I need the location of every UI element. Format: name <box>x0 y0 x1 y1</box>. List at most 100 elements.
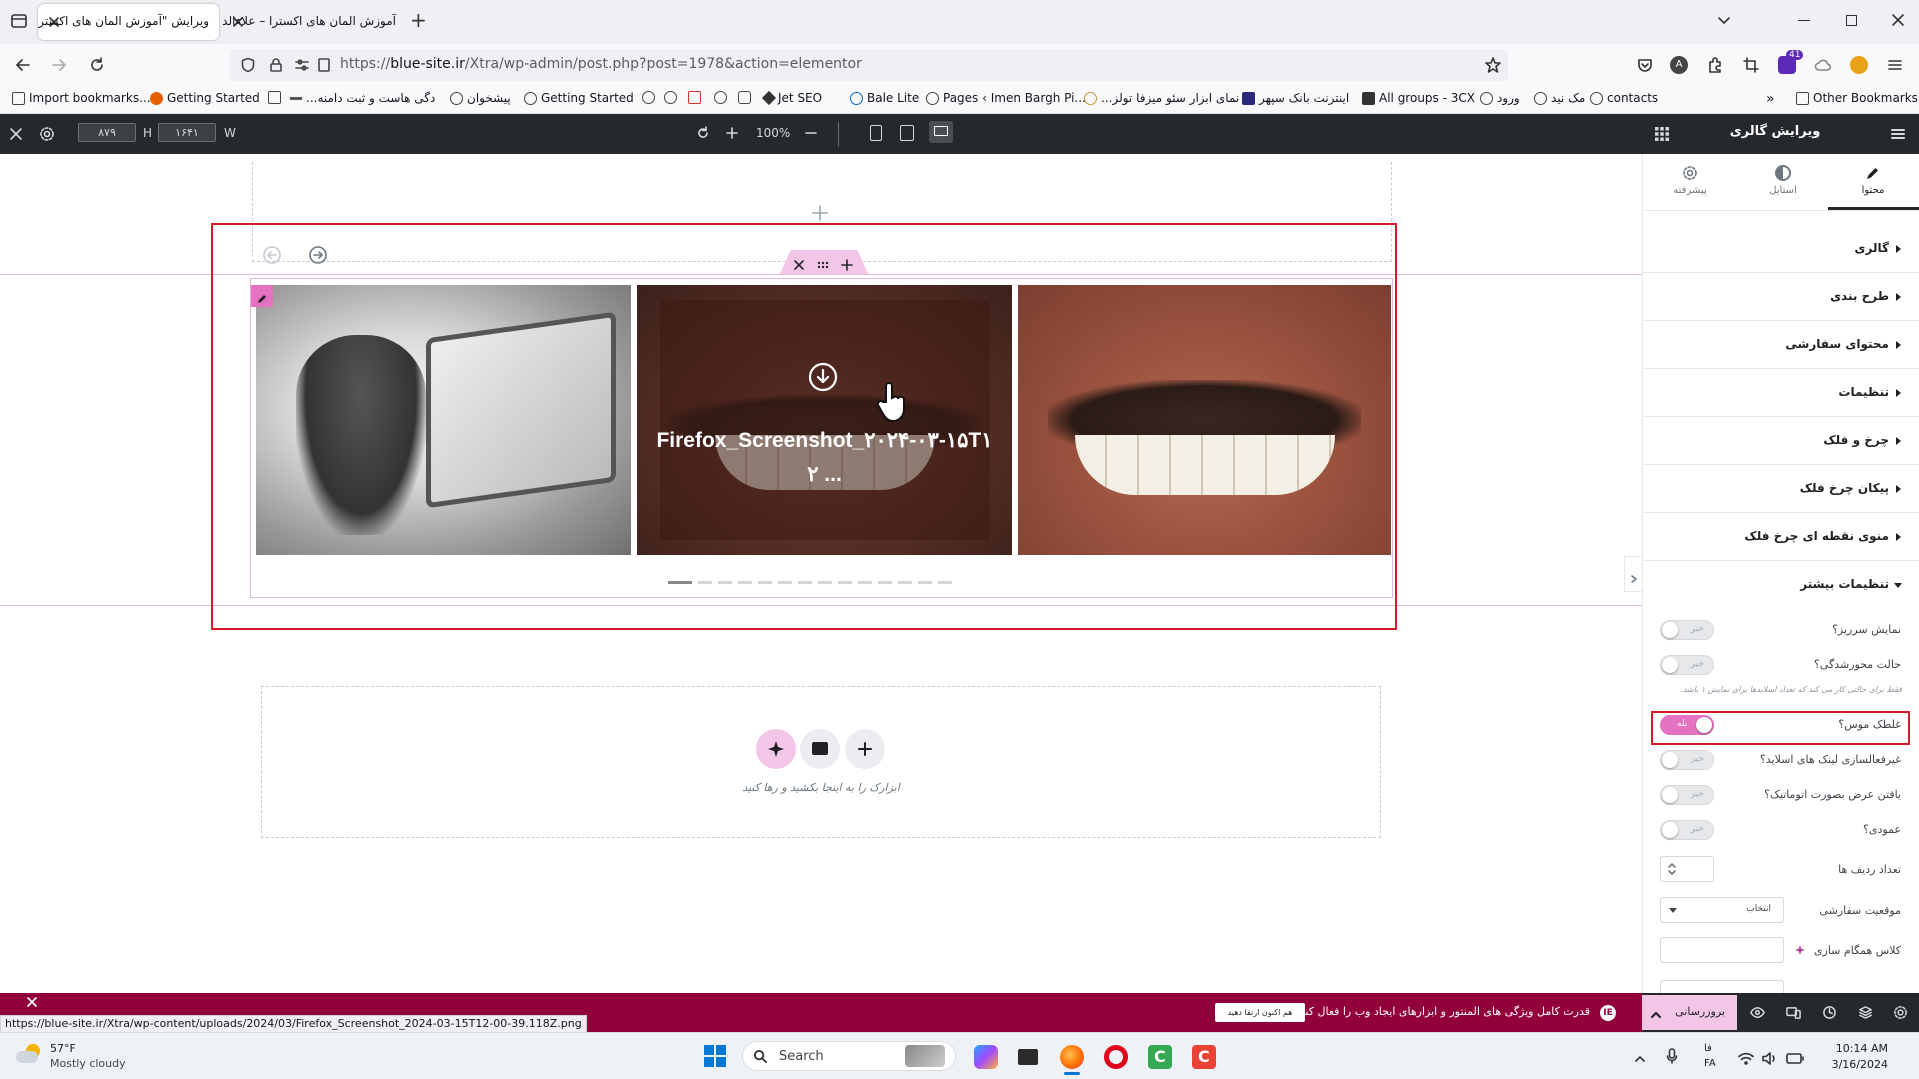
extensions-icon[interactable] <box>1706 56 1724 74</box>
tab-elementor-editor[interactable]: ویرایش "آموزش المان های اکسترا – ع <box>38 4 219 40</box>
new-tab-button[interactable]: + <box>410 8 427 32</box>
minimize-icon[interactable] <box>1798 20 1810 21</box>
section-custom-content[interactable]: محتوای سفارشی <box>1642 321 1919 369</box>
height-input[interactable]: ۸۷۹ <box>78 123 136 142</box>
bookmark-item[interactable] <box>268 91 281 104</box>
bookmark-item[interactable]: Bale Lite <box>850 91 919 105</box>
bookmark-item[interactable] <box>688 91 701 104</box>
gear-icon[interactable] <box>39 126 55 142</box>
clock-time[interactable]: 10:14 AM <box>1824 1042 1888 1055</box>
bookmark-item[interactable]: Getting Started <box>150 91 260 105</box>
bookmark-item[interactable] <box>714 91 727 104</box>
collapse-panel-button[interactable] <box>1624 556 1642 592</box>
next-field-input[interactable] <box>1660 980 1784 993</box>
volume-icon[interactable] <box>1762 1050 1778 1065</box>
zoom-in-icon[interactable] <box>725 125 739 139</box>
position-select[interactable]: انتخاب <box>1660 897 1784 923</box>
shield-icon[interactable] <box>240 57 256 73</box>
forward-arrow-icon[interactable] <box>50 56 68 74</box>
tab-advanced[interactable]: پیشرفته <box>1655 165 1725 196</box>
ai-button[interactable] <box>756 729 796 769</box>
bookmark-item[interactable]: پیشخوان <box>450 91 511 105</box>
add-section-icon[interactable] <box>812 205 828 221</box>
sync-class-input[interactable] <box>1660 937 1784 963</box>
layers-icon[interactable] <box>1858 1005 1873 1020</box>
chevron-up-icon[interactable] <box>1634 1050 1646 1062</box>
bookmark-item[interactable]: Import bookmarks... <box>12 91 151 105</box>
bookmark-item[interactable]: Getting Started <box>524 91 634 105</box>
toggle-switch[interactable]: خیر <box>1660 785 1714 805</box>
close-window-icon[interactable] <box>1890 12 1906 28</box>
other-bookmarks[interactable]: Other Bookmarks <box>1796 91 1918 105</box>
bookmark-item[interactable]: Jet SEO <box>761 90 822 106</box>
menu-icon[interactable] <box>1886 56 1904 74</box>
apps-grid-icon[interactable] <box>1654 126 1670 142</box>
camtasia-icon[interactable]: C <box>1148 1045 1172 1069</box>
file-explorer-icon[interactable] <box>1018 1049 1038 1065</box>
camtasia-recorder-icon[interactable]: C <box>1192 1045 1216 1069</box>
template-library-button[interactable] <box>800 729 840 769</box>
close-icon[interactable] <box>8 126 24 142</box>
history-icon[interactable] <box>1822 1005 1837 1020</box>
settings-gear-icon[interactable] <box>1893 1005 1908 1020</box>
language-indicator-bottom[interactable]: FA <box>1704 1058 1716 1069</box>
add-section-button[interactable] <box>845 729 885 769</box>
cloud-icon[interactable] <box>1814 56 1832 74</box>
extension-icon[interactable] <box>1850 56 1868 74</box>
bookmark-item[interactable]: اینترنت بانک سپهر <box>1242 91 1349 105</box>
pocket-icon[interactable] <box>1636 56 1654 74</box>
tab-style[interactable]: استایل <box>1748 165 1818 196</box>
bookmark-item[interactable]: ...دگی هاست و ثبت دامنه <box>290 91 435 105</box>
crop-icon[interactable] <box>1742 56 1760 74</box>
toggle-switch[interactable]: خیر <box>1660 750 1714 770</box>
sync-ai-icon[interactable] <box>1795 945 1805 955</box>
tab-list-icon[interactable] <box>10 12 28 30</box>
copilot-icon[interactable] <box>974 1045 998 1069</box>
zoom-out-icon[interactable] <box>804 125 818 139</box>
reset-zoom-icon[interactable] <box>696 125 710 139</box>
bookmark-item[interactable] <box>664 91 677 104</box>
section-layout[interactable]: طرح بندی <box>1642 273 1919 321</box>
chevron-down-icon[interactable] <box>1716 12 1732 28</box>
hamburger-icon[interactable] <box>1890 126 1906 142</box>
reload-icon[interactable] <box>88 56 106 74</box>
windows-start-icon[interactable] <box>704 1045 726 1067</box>
tab-content[interactable]: محتوا <box>1838 165 1908 196</box>
stepper-icon[interactable] <box>1667 862 1677 876</box>
taskbar-search[interactable]: Search <box>742 1041 956 1071</box>
bookmark-item[interactable] <box>738 91 751 104</box>
clock-date[interactable]: 3/16/2024 <box>1824 1058 1888 1071</box>
tablet-view-icon[interactable] <box>900 125 914 141</box>
toggle-switch[interactable]: خیر <box>1660 655 1714 675</box>
tab-site-page[interactable]: آموزش المان های اکسترا – علاءالدین <box>222 4 406 40</box>
width-input[interactable]: ۱۶۴۱ <box>158 123 216 142</box>
bookmark-item[interactable]: ورود <box>1480 91 1520 105</box>
language-indicator-top[interactable]: فا <box>1704 1043 1712 1054</box>
mobile-view-icon[interactable] <box>870 125 882 141</box>
bookmark-item[interactable]: contacts <box>1590 91 1658 105</box>
restore-icon[interactable] <box>1846 15 1857 26</box>
url-text[interactable]: https://blue-site.ir/Xtra/wp-admin/post.… <box>340 56 862 72</box>
back-arrow-icon[interactable] <box>14 56 32 74</box>
rows-number-input[interactable] <box>1660 856 1714 882</box>
bookmark-item[interactable]: All groups - 3CX <box>1362 91 1475 105</box>
bookmark-item[interactable]: مک نید <box>1534 91 1585 105</box>
star-icon[interactable] <box>1484 56 1502 74</box>
toggle-switch[interactable]: خیر <box>1660 820 1714 840</box>
update-button[interactable]: بروزرسانی <box>1642 995 1737 1030</box>
section-more-settings[interactable]: تنظیمات بیشتر <box>1642 561 1919 609</box>
section-settings[interactable]: تنظیمات <box>1642 369 1919 417</box>
section-carousel-dots[interactable]: منوی نقطه ای چرخ فلک <box>1642 513 1919 561</box>
battery-icon[interactable] <box>1786 1050 1804 1064</box>
section-carousel-arrows[interactable]: پیکان چرخ فلک <box>1642 465 1919 513</box>
lock-icon[interactable] <box>268 57 284 73</box>
account-icon[interactable]: A <box>1670 56 1688 74</box>
upgrade-now-button[interactable]: هم اکنون ارتقا دهید <box>1215 1003 1305 1022</box>
more-bookmarks-icon[interactable]: » <box>1766 91 1775 107</box>
page-icon[interactable] <box>316 57 332 73</box>
preview-eye-icon[interactable] <box>1750 1005 1765 1020</box>
microphone-icon[interactable] <box>1666 1048 1678 1064</box>
desktop-view-icon[interactable] <box>929 121 953 143</box>
bookmark-item[interactable] <box>642 91 655 104</box>
responsive-icon[interactable] <box>1786 1005 1801 1020</box>
